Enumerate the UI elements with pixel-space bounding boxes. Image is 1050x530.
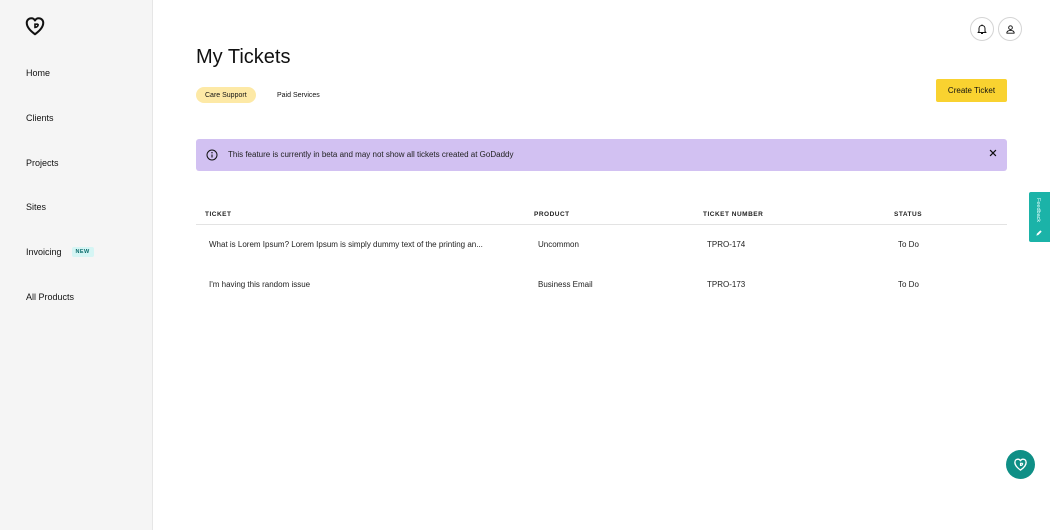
sidebar-item-label: Home — [26, 68, 51, 78]
sidebar: Home Clients Projects Sites Invoicing NE… — [0, 0, 153, 530]
sidebar-item-label: All Products — [26, 292, 75, 302]
bell-icon — [977, 24, 987, 34]
banner-text: This feature is currently in beta and ma… — [228, 150, 514, 159]
ticket-product: Uncommon — [538, 240, 579, 249]
godaddy-chat-icon — [1014, 458, 1027, 471]
column-header-product[interactable]: PRODUCT — [534, 211, 570, 218]
table-row[interactable]: What is Lorem Ipsum? Lorem Ipsum is simp… — [196, 230, 1007, 260]
notifications-button[interactable] — [970, 17, 994, 41]
ticket-title[interactable]: What is Lorem Ipsum? Lorem Ipsum is simp… — [209, 230, 483, 260]
chat-button[interactable] — [1006, 450, 1035, 479]
tickets-table-header: TICKET PRODUCT TICKET NUMBER STATUS — [196, 207, 1007, 225]
sidebar-item-label: Sites — [26, 202, 47, 212]
sidebar-item-invoicing[interactable]: Invoicing NEW — [26, 242, 94, 262]
user-icon — [1005, 24, 1015, 34]
ticket-number: TPRO-174 — [707, 240, 746, 249]
table-row[interactable]: I'm having this random issue Business Em… — [196, 270, 1007, 300]
column-header-ticket[interactable]: TICKET — [205, 211, 231, 218]
sidebar-item-label: Invoicing — [26, 247, 62, 257]
sidebar-item-home[interactable]: Home — [26, 63, 50, 83]
tab-label: Paid Services — [277, 91, 320, 99]
column-header-ticket-number[interactable]: TICKET NUMBER — [703, 211, 763, 218]
account-button[interactable] — [998, 17, 1022, 41]
tab-care-support[interactable]: Care Support — [196, 87, 256, 103]
pencil-icon — [1036, 230, 1042, 236]
info-icon — [206, 149, 218, 161]
new-badge: NEW — [71, 247, 94, 257]
sidebar-item-label: Projects — [26, 158, 59, 168]
page-title: My Tickets — [196, 46, 291, 68]
sidebar-item-projects[interactable]: Projects — [26, 153, 59, 173]
app-root: Home Clients Projects Sites Invoicing NE… — [0, 0, 1050, 530]
feedback-tab[interactable]: Feedback — [1029, 192, 1050, 242]
ticket-product: Business Email — [538, 280, 593, 289]
beta-info-banner: This feature is currently in beta and ma… — [196, 139, 1007, 171]
tab-label: Care Support — [205, 91, 247, 99]
close-icon[interactable] — [988, 148, 998, 158]
tab-paid-services[interactable]: Paid Services — [268, 87, 329, 103]
ticket-number: TPRO-173 — [707, 280, 746, 289]
sidebar-item-clients[interactable]: Clients — [26, 108, 54, 128]
create-ticket-button[interactable]: Create Ticket — [936, 79, 1007, 102]
feedback-label: Feedback — [1035, 198, 1041, 223]
ticket-status: To Do — [898, 240, 919, 249]
sidebar-item-sites[interactable]: Sites — [26, 197, 46, 217]
ticket-title[interactable]: I'm having this random issue — [209, 270, 310, 300]
sidebar-item-label: Clients — [26, 113, 54, 123]
godaddy-logo-icon[interactable] — [24, 15, 46, 37]
column-header-status[interactable]: STATUS — [894, 211, 922, 218]
sidebar-item-all-products[interactable]: All Products — [26, 287, 74, 307]
ticket-status: To Do — [898, 280, 919, 289]
